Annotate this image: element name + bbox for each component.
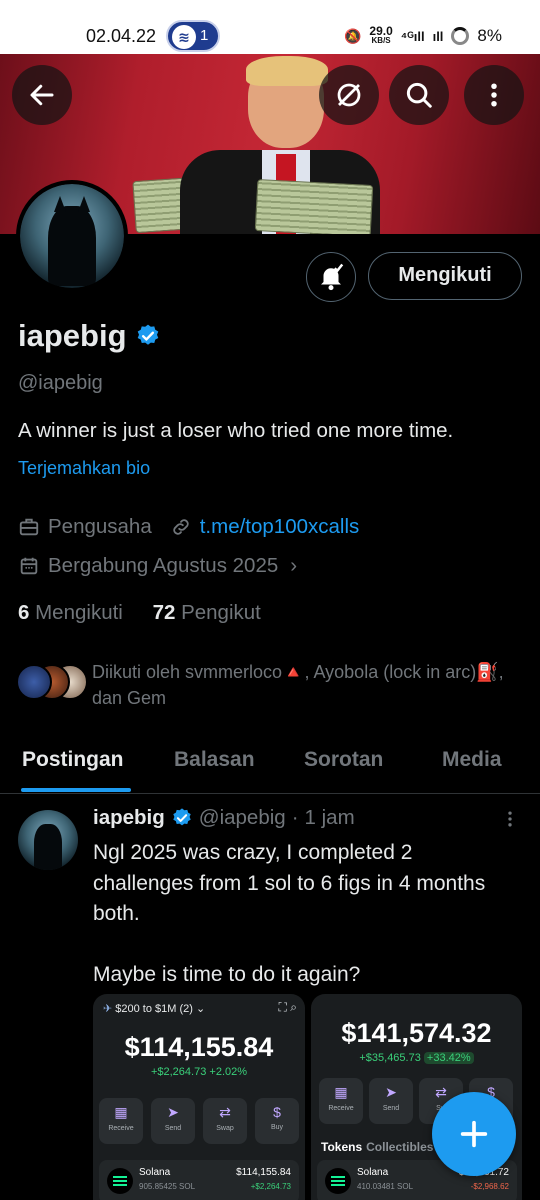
profile-name: iapebig xyxy=(18,318,161,354)
qr-icon: ▦ xyxy=(114,1104,128,1120)
wallet-change: +$35,465.73 +33.42% xyxy=(311,1052,522,1064)
link-icon xyxy=(173,519,189,535)
profile-meta-row: Pengusaha t.me/top100xcalls xyxy=(18,515,359,539)
briefcase-icon xyxy=(19,518,39,536)
post-text: Ngl 2025 was crazy, I completed 2 challe… xyxy=(93,838,513,990)
status-time: 02.04.22 xyxy=(86,26,157,46)
send-button: ➤ Send xyxy=(369,1078,413,1124)
hide-icon xyxy=(337,83,361,107)
post-text-line: Ngl 2025 was crazy, I completed 2 challe… xyxy=(93,841,486,925)
dollar-icon: $ xyxy=(273,1104,281,1120)
post-image[interactable]: ✈ $200 to $1M (2) ⌄ ⛶ ⌕ $114,155.84 +$2,… xyxy=(93,994,305,1200)
profile-avatar[interactable] xyxy=(16,180,128,292)
plus-icon xyxy=(460,1120,488,1148)
tab-posts[interactable]: Postingan xyxy=(22,748,124,772)
status-bar: 02.04.22 ≋ 1 🔕 29.0 KB/S ⁴ᴳıll ıll 8% xyxy=(0,0,540,54)
following-count-link[interactable]: 6 Mengikuti xyxy=(18,601,123,624)
buy-button: $ Buy xyxy=(255,1098,299,1144)
receive-button: ▦ Receive xyxy=(99,1098,143,1144)
post-author-name[interactable]: iapebig xyxy=(93,806,165,830)
profile-tabs: Postingan Balasan Sorotan Media xyxy=(0,728,540,794)
notification-bell-button[interactable] xyxy=(306,252,356,302)
profile-link[interactable]: t.me/top100xcalls xyxy=(200,515,360,539)
follow-counts: 6 Mengikuti 72 Pengikut xyxy=(18,601,261,625)
search-button[interactable] xyxy=(389,65,449,125)
battery-percent: 8% xyxy=(477,26,502,45)
post-separator: · xyxy=(291,806,299,829)
followers-count-link[interactable]: 72 Pengikut xyxy=(153,601,261,624)
back-button[interactable] xyxy=(12,65,72,125)
banner-hair xyxy=(246,56,328,86)
active-tab-indicator xyxy=(21,788,131,792)
signal-icon-2: ıll xyxy=(432,28,444,44)
calendar-icon xyxy=(20,557,38,575)
hide-button[interactable] xyxy=(319,65,379,125)
post-text-line: Maybe is time to do it again? xyxy=(93,962,361,986)
compose-post-button[interactable] xyxy=(432,1092,516,1176)
post-author-handle[interactable]: @iapebig xyxy=(199,806,286,830)
tab-replies[interactable]: Balasan xyxy=(174,748,255,772)
status-right: 🔕 29.0 KB/S ⁴ᴳıll ıll 8% xyxy=(343,24,502,46)
more-vertical-icon xyxy=(491,83,497,107)
hotspot-icon: ≋ xyxy=(172,25,196,49)
search-icon xyxy=(406,82,432,108)
arrow-left-icon xyxy=(30,84,54,106)
following-button[interactable]: Mengikuti xyxy=(368,252,522,300)
wallet-change: +$2,264.73 +2.02% xyxy=(150,1066,248,1078)
profile-joined-row[interactable]: Bergabung Agustus 2025 › xyxy=(18,554,297,578)
wallet-name: ✈ $200 to $1M (2) ⌄ xyxy=(103,1003,206,1015)
tab-highlights[interactable]: Sorotan xyxy=(304,748,383,772)
wallet-header-icons: ⛶ ⌕ xyxy=(278,1000,297,1014)
display-name: iapebig xyxy=(18,318,127,353)
followed-by-avatars[interactable] xyxy=(16,664,88,702)
mute-icon: 🔕 xyxy=(343,27,362,44)
token-row: Solana 905.85425 SOL $114,155.84 +$2,264… xyxy=(99,1160,299,1200)
wallet-balance: $114,155.84 xyxy=(124,1032,274,1062)
bell-icon xyxy=(321,263,344,291)
verified-badge-icon xyxy=(173,808,191,826)
swap-icon: ⇄ xyxy=(219,1104,231,1120)
chevron-right-icon: › xyxy=(290,554,298,577)
signal-icon: ⁴ᴳıll xyxy=(400,28,425,44)
avatar-figure xyxy=(48,196,96,286)
send-icon: ➤ xyxy=(385,1084,397,1100)
battery-icon xyxy=(451,27,470,45)
receive-button: ▦ Receive xyxy=(319,1078,363,1124)
profile-handle: @iapebig xyxy=(18,372,103,394)
tab-media[interactable]: Media xyxy=(442,748,502,772)
hotspot-indicator: ≋ 1 xyxy=(166,20,220,52)
tokens-header: Tokens Collectibles xyxy=(321,1140,434,1154)
more-button[interactable] xyxy=(464,65,524,125)
post-more-button[interactable] xyxy=(500,808,520,830)
post-header: iapebig @iapebig · 1 jam xyxy=(93,806,355,830)
qr-icon: ▦ xyxy=(334,1084,348,1100)
followed-by-text[interactable]: Diikuti oleh svmmerloco🔺, Ayobola (lock … xyxy=(92,659,512,711)
swap-button: ⇄ Swap xyxy=(203,1098,247,1144)
banner-cash-stack xyxy=(254,179,374,234)
send-icon: ➤ xyxy=(167,1104,179,1120)
wallet-balance: $141,574.32 xyxy=(341,1018,492,1048)
post-avatar[interactable] xyxy=(18,810,78,870)
verified-badge-icon[interactable] xyxy=(135,323,161,349)
profile-category: Pengusaha xyxy=(48,515,152,538)
translate-bio-link[interactable]: Terjemahkan bio xyxy=(18,458,150,479)
hotspot-count: 1 xyxy=(200,27,209,44)
profile-joined: Bergabung Agustus 2025 xyxy=(48,554,279,577)
solana-icon xyxy=(107,1168,133,1194)
avatar xyxy=(16,664,52,700)
send-button: ➤ Send xyxy=(151,1098,195,1144)
post-time[interactable]: 1 jam xyxy=(305,806,355,830)
more-vertical-icon xyxy=(508,811,512,827)
solana-icon xyxy=(325,1168,351,1194)
network-speed: 29.0 KB/S xyxy=(369,24,393,45)
profile-bio: A winner is just a loser who tried one m… xyxy=(18,419,454,442)
